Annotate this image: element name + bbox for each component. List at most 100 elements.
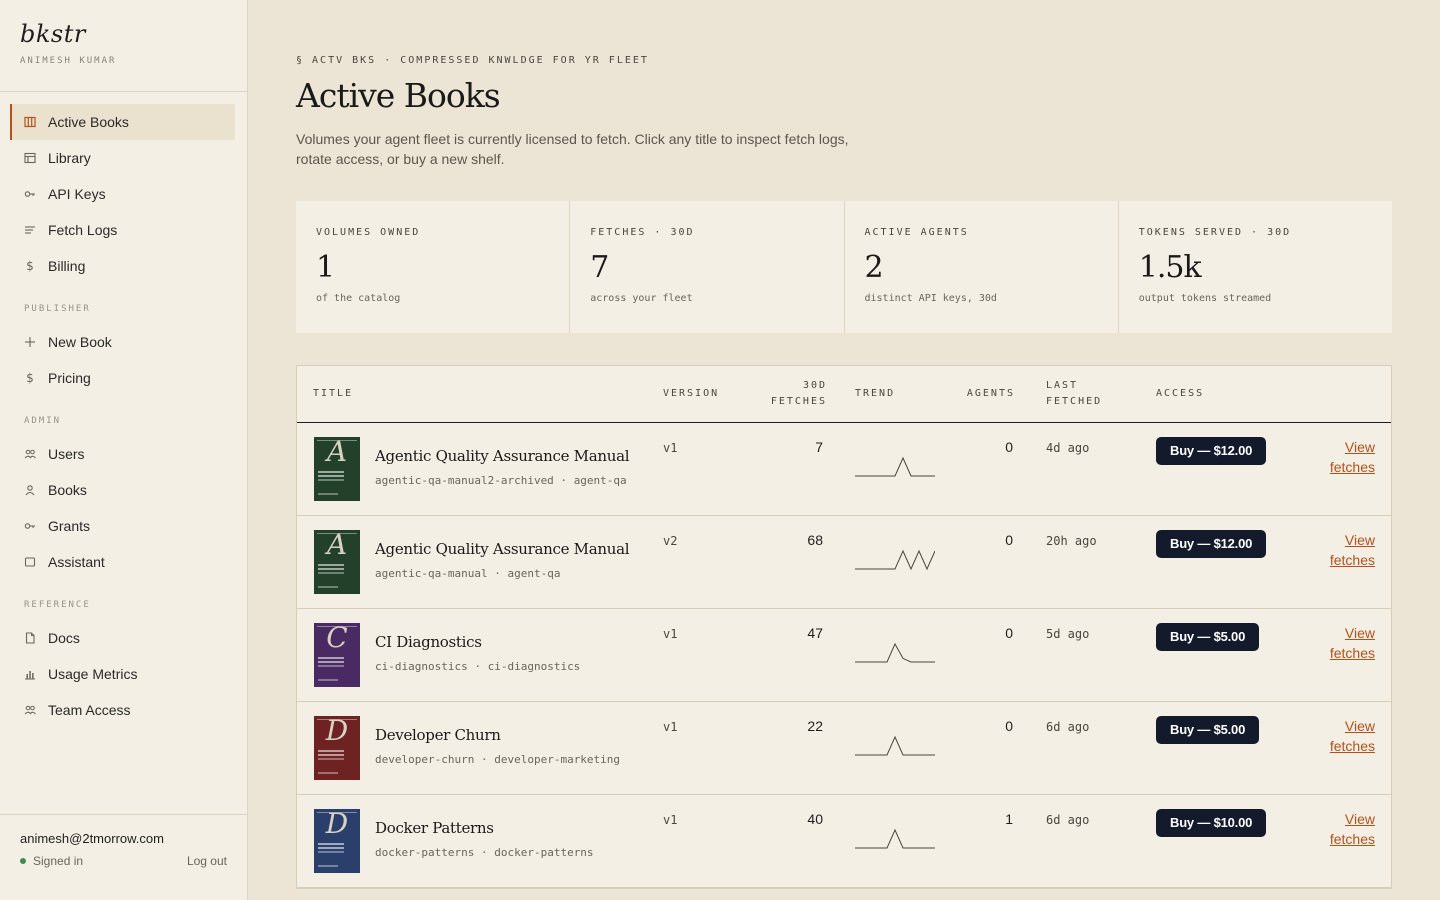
sidebar-item-label: Books — [48, 482, 87, 498]
sidebar-item-grants[interactable]: Grants — [10, 508, 235, 544]
stat-volumes-owned: VOLUMES OWNED 1 of the catalog — [296, 201, 571, 333]
signed-in-status: Signed in — [20, 854, 83, 868]
column-header-fetches-line1: 30D — [802, 380, 827, 391]
stat-active-agents: ACTIVE AGENTS 2 distinct API keys, 30d — [844, 201, 1119, 333]
column-header-title[interactable]: TITLE — [313, 386, 353, 402]
buy-button[interactable]: Buy — $12.00 — [1156, 530, 1267, 558]
sidebar-item-label: API Keys — [48, 186, 106, 202]
buy-button[interactable]: Buy — $5.00 — [1156, 716, 1260, 744]
view-fetches-link[interactable]: View fetches — [1315, 623, 1375, 663]
fetches-cell: 40 — [807, 811, 823, 827]
stat-value: 1 — [316, 250, 335, 285]
view-fetches-link[interactable]: View fetches — [1315, 809, 1375, 849]
table-row[interactable]: C CI Diagnostics ci-diagnostics · ci-dia… — [297, 609, 1391, 702]
trend-sparkline — [855, 549, 935, 571]
buy-button[interactable]: Buy — $5.00 — [1156, 623, 1260, 651]
last-fetched-cell: 6d ago — [1046, 720, 1090, 734]
sidebar-item-label: Active Books — [48, 114, 129, 130]
book-cover[interactable]: C — [314, 623, 360, 687]
bar-chart-icon — [24, 668, 36, 680]
sidebar-item-label: Billing — [48, 258, 86, 274]
buy-button[interactable]: Buy — $10.00 — [1156, 809, 1267, 837]
book-cover[interactable]: D — [314, 809, 360, 873]
stat-label: TOKENS SERVED · 30D — [1138, 227, 1292, 238]
cover-footer-line — [318, 586, 338, 588]
sidebar-item-label: Users — [48, 446, 85, 462]
sidebar-item-fetch-logs[interactable]: Fetch Logs — [10, 212, 235, 248]
brand-logo[interactable]: bkstr — [20, 20, 227, 48]
stat-value: 1.5k — [1138, 250, 1202, 285]
book-cover[interactable]: A — [314, 437, 360, 501]
sidebar-item-label: Pricing — [48, 370, 91, 386]
sidebar-item-new-book[interactable]: New Book — [10, 324, 235, 360]
logout-button[interactable]: Log out — [187, 854, 227, 868]
book-slug: agentic-qa-manual2-archived — [375, 474, 554, 487]
version-cell: v2 — [663, 534, 678, 548]
trend-sparkline — [855, 456, 935, 477]
columns-icon — [24, 116, 36, 128]
book-tag: docker-patterns — [494, 846, 594, 859]
table-row[interactable]: A Agentic Quality Assurance Manual agent… — [297, 516, 1391, 609]
book-title-link[interactable]: Agentic Quality Assurance Manual — [375, 540, 630, 558]
section-label-admin: ADMIN — [24, 416, 62, 426]
status-dot-icon — [20, 857, 26, 864]
buy-button[interactable]: Buy — $12.00 — [1156, 437, 1267, 465]
column-header-version[interactable]: VERSION — [663, 386, 719, 402]
table-header: TITLE VERSION 30D FETCHES TREND AGENTS L… — [297, 366, 1391, 423]
sidebar-item-users[interactable]: Users — [10, 436, 235, 472]
last-fetched-cell: 20h ago — [1046, 534, 1097, 548]
title-cell: Docker Patterns docker-patterns · docker… — [375, 819, 594, 859]
column-header-fetches[interactable]: 30D FETCHES — [743, 378, 827, 410]
book-slug: ci-diagnostics — [375, 660, 468, 673]
column-header-last-line1: LAST — [1046, 380, 1079, 391]
stat-sub: distinct API keys, 30d — [864, 293, 997, 304]
book-cover[interactable]: A — [314, 530, 360, 594]
last-fetched-cell: 4d ago — [1046, 441, 1090, 455]
book-meta: agentic-qa-manual2-archived · agent-qa — [375, 474, 627, 487]
user-email: animesh@2tmorrow.com — [20, 831, 164, 846]
table-row[interactable]: D Developer Churn developer-churn · deve… — [297, 702, 1391, 795]
sidebar-item-assistant[interactable]: Assistant — [10, 544, 235, 580]
sidebar-item-label: Docs — [48, 630, 80, 646]
column-header-last-fetched[interactable]: LAST FETCHED — [1046, 378, 1102, 410]
title-cell: Agentic Quality Assurance Manual agentic… — [375, 540, 630, 580]
main-content: § ACTV BKS · COMPRESSED KNWLDGE FOR YR F… — [296, 0, 1392, 889]
title-cell: Agentic Quality Assurance Manual agentic… — [375, 447, 630, 487]
sidebar-item-usage-metrics[interactable]: Usage Metrics — [10, 656, 235, 692]
agents-cell: 0 — [1005, 718, 1013, 734]
version-cell: v1 — [663, 813, 678, 827]
view-fetches-link[interactable]: View fetches — [1315, 437, 1375, 477]
stat-value: 7 — [590, 250, 609, 285]
sidebar-item-label: Usage Metrics — [48, 666, 138, 682]
stat-label: FETCHES · 30D — [590, 227, 695, 238]
plus-icon — [24, 336, 36, 348]
table-row[interactable]: D Docker Patterns docker-patterns · dock… — [297, 795, 1391, 888]
version-cell: v1 — [663, 441, 678, 455]
column-header-agents[interactable]: AGENTS — [957, 386, 1015, 402]
stat-sub: output tokens streamed — [1138, 293, 1272, 304]
cover-letter: A — [326, 530, 348, 561]
stat-label: VOLUMES OWNED — [316, 227, 421, 238]
book-cover[interactable]: D — [314, 716, 360, 780]
sidebar-item-books[interactable]: Books — [10, 472, 235, 508]
sidebar-item-docs[interactable]: Docs — [10, 620, 235, 656]
sidebar-item-library[interactable]: Library — [10, 140, 235, 176]
book-meta: agentic-qa-manual · agent-qa — [375, 567, 561, 580]
sidebar-item-pricing[interactable]: $ Pricing — [10, 360, 235, 396]
table-row[interactable]: A Agentic Quality Assurance Manual agent… — [297, 423, 1391, 516]
book-title-link[interactable]: Docker Patterns — [375, 819, 594, 837]
book-title-link[interactable]: CI Diagnostics — [375, 633, 580, 651]
sidebar-item-api-keys[interactable]: API Keys — [10, 176, 235, 212]
view-fetches-link[interactable]: View fetches — [1315, 530, 1375, 570]
trend-sparkline — [855, 642, 935, 663]
book-title-link[interactable]: Developer Churn — [375, 726, 620, 744]
sidebar-item-team-access[interactable]: Team Access — [10, 692, 235, 728]
agents-cell: 1 — [1005, 811, 1013, 827]
version-cell: v1 — [663, 627, 678, 641]
view-fetches-link[interactable]: View fetches — [1315, 716, 1375, 756]
sidebar-item-billing[interactable]: $ Billing — [10, 248, 235, 284]
sidebar-item-active-books[interactable]: Active Books — [10, 104, 235, 140]
sidebar-item-label: New Book — [48, 334, 112, 350]
sidebar-nav: Active Books Library API Keys Fetch Logs $ Bi… — [0, 92, 247, 728]
book-title-link[interactable]: Agentic Quality Assurance Manual — [375, 447, 630, 465]
